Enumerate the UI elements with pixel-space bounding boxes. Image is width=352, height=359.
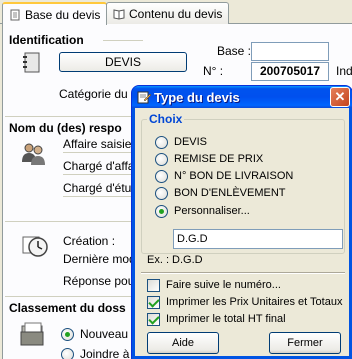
divider <box>5 296 135 297</box>
dialog-title: Type du devis <box>154 90 240 105</box>
option-label: Personnaliser... <box>174 205 250 217</box>
tab-base-du-devis[interactable]: Base du devis <box>2 2 108 25</box>
checkbox-label: Imprimer le total HT final <box>166 313 286 325</box>
radio-button[interactable] <box>155 204 168 218</box>
devis-button[interactable]: DEVIS <box>59 52 187 72</box>
option-label: N° BON DE LIVRAISON <box>174 170 294 182</box>
dialog-app-icon <box>137 90 152 104</box>
base-label: Base : <box>217 44 252 58</box>
separator <box>141 272 345 274</box>
tab-label: Base du devis <box>25 8 101 22</box>
option-label: REMISE DE PRIX <box>174 153 264 165</box>
radio-button[interactable] <box>61 347 74 359</box>
choix-group-label: Choix <box>147 112 185 126</box>
checkbox[interactable] <box>147 295 160 309</box>
tab-label: Contenu du devis <box>129 7 223 21</box>
creation-label: Création : <box>63 234 116 248</box>
radio-nouveau[interactable]: Nouveau n <box>61 326 138 342</box>
radio-button[interactable] <box>155 169 168 183</box>
type-du-devis-dialog: Type du devis ✕ Choix DEVIS REMISE DE PR… <box>132 86 352 359</box>
checkbox[interactable] <box>147 278 160 292</box>
checkbox-prix-unitaires[interactable]: Imprimer les Prix Unitaires et Totaux <box>147 294 342 310</box>
checkbox[interactable] <box>147 312 160 326</box>
option-devis[interactable]: DEVIS <box>155 134 207 150</box>
radio-button[interactable] <box>155 135 168 149</box>
joindre-label: Joindre à u <box>80 347 140 359</box>
example-text: Ex. : D.G.D <box>147 254 203 266</box>
tab-contenu-du-devis[interactable]: Contenu du devis <box>106 2 230 24</box>
book-icon <box>113 8 125 20</box>
nouveau-label: Nouveau n <box>80 327 139 341</box>
divider <box>63 196 135 197</box>
checkbox-label: Imprimer les Prix Unitaires et Totaux <box>166 296 343 308</box>
indice-label: Indi <box>336 64 352 78</box>
divider <box>103 40 143 41</box>
option-personnaliser[interactable]: Personnaliser... <box>155 203 250 219</box>
checkbox-faire-suivre[interactable]: Faire suive le numéro... <box>147 277 281 293</box>
option-label: BON D'ENLÈVEMENT <box>174 187 286 199</box>
option-bon-enlevement[interactable]: BON D'ENLÈVEMENT <box>155 185 286 201</box>
devis-number-field[interactable]: 200705017 <box>251 62 329 81</box>
reponse-label: Réponse pour <box>63 274 139 288</box>
users-icon <box>19 140 47 171</box>
dialog-titlebar[interactable]: Type du devis ✕ <box>132 86 352 108</box>
option-bon-de-livraison[interactable]: N° BON DE LIVRAISON <box>155 168 293 184</box>
radio-button[interactable] <box>155 186 168 200</box>
radio-joindre[interactable]: Joindre à u <box>61 346 139 359</box>
radio-button[interactable] <box>61 327 74 341</box>
section-responsables: Nom du (des) respo <box>9 121 122 135</box>
checkbox-label: Faire suive le numéro... <box>166 279 281 291</box>
document-icon <box>9 9 21 21</box>
section-classement: Classement du doss <box>9 301 126 315</box>
option-remise-de-prix[interactable]: REMISE DE PRIX <box>155 151 263 167</box>
clock-icon <box>21 231 49 262</box>
base-input[interactable] <box>251 42 329 61</box>
help-button[interactable]: Aide <box>147 332 219 354</box>
tab-bar: Base du devis Contenu du devis <box>0 0 352 25</box>
radio-button[interactable] <box>155 152 168 166</box>
affaire-saisie-label: Affaire saisie p <box>63 137 142 151</box>
close-icon[interactable]: ✕ <box>330 87 350 107</box>
section-identification: Identification <box>9 33 84 47</box>
divider <box>5 221 135 222</box>
folder-icon <box>19 320 47 351</box>
number-label: N° : <box>203 64 224 78</box>
notebook-icon <box>21 52 41 77</box>
close-button[interactable]: Fermer <box>269 332 341 354</box>
divider <box>63 152 135 153</box>
option-label: DEVIS <box>174 136 208 148</box>
custom-type-input[interactable]: D.G.D <box>173 229 343 249</box>
charge-affaire-label: Chargé d'affair <box>63 159 142 173</box>
checkbox-total-ht[interactable]: Imprimer le total HT final <box>147 311 286 327</box>
divider <box>63 174 135 175</box>
